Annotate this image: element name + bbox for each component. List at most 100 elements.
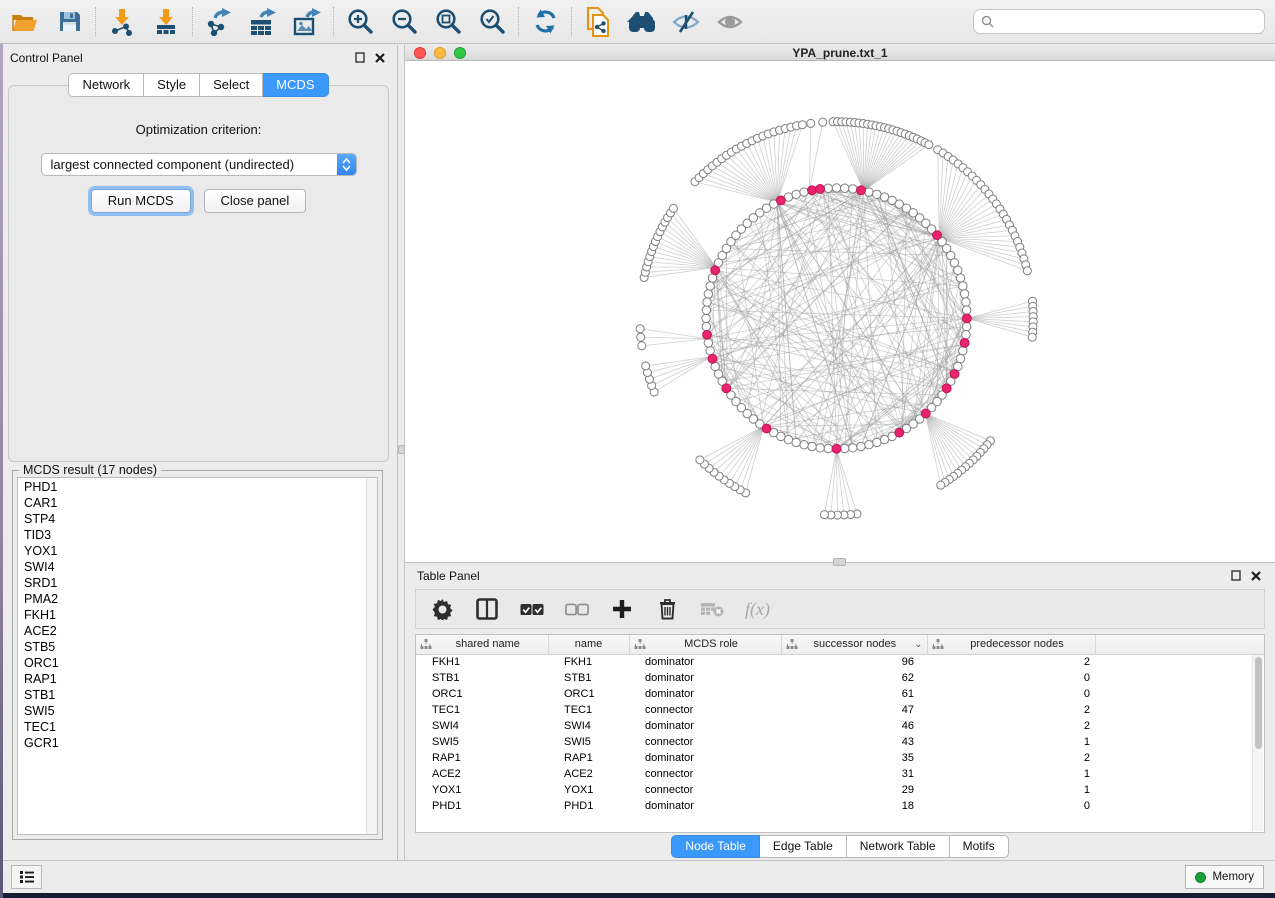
- table-row[interactable]: SWI4SWI4dominator462: [416, 718, 1264, 734]
- clear-table-icon[interactable]: [700, 597, 724, 621]
- tab-node-table[interactable]: Node Table: [671, 835, 760, 858]
- toolbar-separator: [518, 7, 519, 37]
- zoom-selected-icon[interactable]: [477, 7, 507, 37]
- tab-style[interactable]: Style: [144, 73, 200, 97]
- mcds-result-item[interactable]: PHD1: [24, 479, 377, 495]
- refresh-icon[interactable]: [530, 7, 560, 37]
- memory-button[interactable]: Memory: [1185, 865, 1264, 889]
- mcds-result-item[interactable]: ACE2: [24, 623, 377, 639]
- mcds-result-item[interactable]: FKH1: [24, 607, 377, 623]
- mcds-result-list[interactable]: PHD1CAR1STP4TID3YOX1SWI4SRD1PMA2FKH1ACE2…: [17, 477, 378, 835]
- cell-MCDS-role: dominator: [629, 654, 781, 670]
- table-row[interactable]: STB1STB1dominator620: [416, 670, 1264, 686]
- search-box[interactable]: [973, 9, 1265, 34]
- mcds-result-item[interactable]: YOX1: [24, 543, 377, 559]
- mcds-result-item[interactable]: STB5: [24, 639, 377, 655]
- tab-network-table[interactable]: Network Table: [847, 835, 950, 858]
- search-input[interactable]: [998, 15, 1257, 29]
- hide-panel-icon[interactable]: [671, 7, 701, 37]
- close-panel-icon[interactable]: [1251, 571, 1261, 581]
- mcds-result-item[interactable]: PMA2: [24, 591, 377, 607]
- mcds-result-item[interactable]: TID3: [24, 527, 377, 543]
- vertical-splitter[interactable]: [398, 45, 405, 860]
- table-scrollbar-thumb[interactable]: [1255, 657, 1262, 749]
- table-row[interactable]: YOX1YOX1connector291: [416, 782, 1264, 798]
- mcds-result-item[interactable]: CAR1: [24, 495, 377, 511]
- cell-successor-nodes: 96: [781, 654, 927, 670]
- table-row[interactable]: ORC1ORC1dominator610: [416, 686, 1264, 702]
- splitter-handle[interactable]: [398, 445, 405, 454]
- export-network-icon[interactable]: [204, 7, 234, 37]
- control-panel-title: Control Panel: [10, 51, 83, 65]
- table-row[interactable]: FKH1FKH1dominator962: [416, 654, 1264, 670]
- zoom-in-icon[interactable]: [345, 7, 375, 37]
- zoom-fit-icon[interactable]: [433, 7, 463, 37]
- function-builder-icon[interactable]: f(x): [745, 599, 770, 620]
- clone-network-icon[interactable]: [583, 7, 613, 37]
- cell-name: ORC1: [548, 686, 629, 702]
- cell-shared-name: TEC1: [416, 702, 548, 718]
- mcds-result-item[interactable]: SWI4: [24, 559, 377, 575]
- deselect-all-icon[interactable]: [565, 597, 589, 621]
- close-panel-button[interactable]: Close panel: [204, 189, 307, 213]
- table-row[interactable]: ACE2ACE2connector311: [416, 766, 1264, 782]
- tab-edge-table[interactable]: Edge Table: [760, 835, 847, 858]
- add-row-icon[interactable]: [610, 597, 634, 621]
- mcds-result-item[interactable]: SRD1: [24, 575, 377, 591]
- cell-shared-name: STB1: [416, 670, 548, 686]
- cell-MCDS-role: connector: [629, 734, 781, 750]
- cell-predecessor-nodes: 0: [927, 686, 1095, 702]
- cell-MCDS-role: dominator: [629, 798, 781, 814]
- table-scrollbar[interactable]: [1252, 655, 1263, 831]
- column-header-predecessor-nodes[interactable]: predecessor nodes: [927, 635, 1095, 654]
- tab-network[interactable]: Network: [68, 73, 144, 97]
- run-mcds-button[interactable]: Run MCDS: [91, 189, 191, 213]
- column-header-MCDS-role[interactable]: MCDS role: [629, 635, 781, 654]
- float-panel-icon[interactable]: [1231, 570, 1241, 581]
- table-row[interactable]: PHD1PHD1dominator180: [416, 798, 1264, 814]
- mcds-result-item[interactable]: STB1: [24, 687, 377, 703]
- network-view-titlebar[interactable]: YPA_prune.txt_1: [405, 45, 1275, 61]
- import-table-icon[interactable]: [151, 7, 181, 37]
- delete-row-icon[interactable]: [655, 597, 679, 621]
- mcds-result-item[interactable]: GCR1: [24, 735, 377, 751]
- column-header-name[interactable]: name: [548, 635, 629, 654]
- mcds-list-scrollbar[interactable]: [366, 478, 377, 834]
- cell-filler: [1095, 798, 1264, 814]
- horizontal-splitter-handle[interactable]: [833, 558, 846, 566]
- table-row[interactable]: RAP1RAP1dominator352: [416, 750, 1264, 766]
- tab-mcds[interactable]: MCDS: [263, 73, 328, 97]
- network-canvas[interactable]: [405, 61, 1275, 562]
- table-row[interactable]: SWI5SWI5connector431: [416, 734, 1264, 750]
- search-network-icon[interactable]: [627, 7, 657, 37]
- show-eye-icon[interactable]: [715, 7, 745, 37]
- zoom-out-icon[interactable]: [389, 7, 419, 37]
- tab-select[interactable]: Select: [200, 73, 263, 97]
- column-header-shared-name[interactable]: shared name: [416, 635, 548, 654]
- column-header-successor-nodes[interactable]: successor nodes⌄: [781, 635, 927, 654]
- cell-shared-name: ACE2: [416, 766, 548, 782]
- task-history-button[interactable]: [11, 865, 42, 889]
- import-network-icon[interactable]: [107, 7, 137, 37]
- settings-gear-icon[interactable]: [430, 597, 454, 621]
- mcds-result-item[interactable]: ORC1: [24, 655, 377, 671]
- mcds-result-item[interactable]: RAP1: [24, 671, 377, 687]
- table-row[interactable]: TEC1TEC1connector472: [416, 702, 1264, 718]
- float-panel-icon[interactable]: [355, 52, 365, 63]
- mcds-result-item[interactable]: STP4: [24, 511, 377, 527]
- select-all-icon[interactable]: [520, 597, 544, 621]
- toolbar-separator: [95, 7, 96, 37]
- table-panel-tabs: Node TableEdge TableNetwork TableMotifs: [405, 833, 1275, 860]
- mcds-result-item[interactable]: SWI5: [24, 703, 377, 719]
- open-file-icon[interactable]: [10, 7, 40, 37]
- criterion-dropdown[interactable]: largest connected component (undirected): [41, 153, 357, 176]
- control-panel: Control Panel NetworkStyleSelectMCDS Opt…: [0, 45, 398, 860]
- export-table-icon[interactable]: [248, 7, 278, 37]
- save-icon[interactable]: [54, 7, 84, 37]
- export-image-icon[interactable]: [292, 7, 322, 37]
- close-panel-icon[interactable]: [375, 53, 385, 63]
- tab-motifs[interactable]: Motifs: [950, 835, 1009, 858]
- columns-icon[interactable]: [475, 597, 499, 621]
- mcds-result-item[interactable]: TEC1: [24, 719, 377, 735]
- cell-filler: [1095, 686, 1264, 702]
